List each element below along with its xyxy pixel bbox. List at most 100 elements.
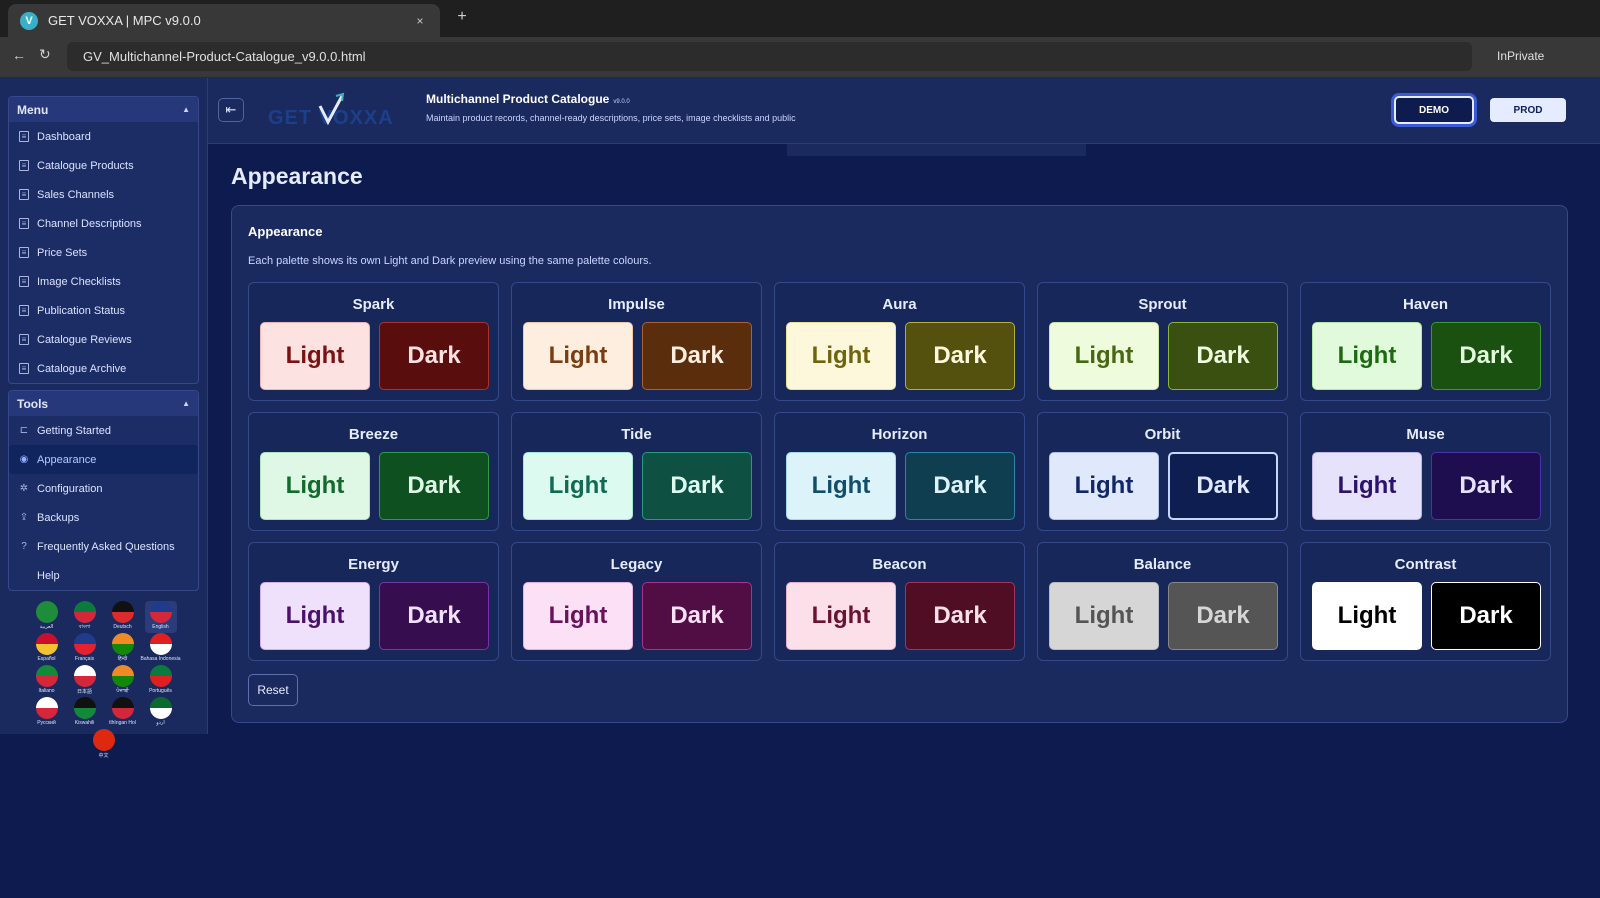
language-flag-button[interactable]: हिन्दी bbox=[107, 633, 139, 665]
app-title-text: Multichannel Product Catalogue bbox=[426, 92, 610, 106]
palette-light-button[interactable]: Light bbox=[1049, 452, 1159, 520]
sidebar-item-backups[interactable]: ⇪ Backups bbox=[9, 503, 198, 532]
sidebar-item-catalogue-archive[interactable]: ≡ Catalogue Archive bbox=[9, 354, 198, 383]
language-flag-button[interactable]: Português bbox=[145, 665, 177, 697]
palette-dark-button[interactable]: Dark bbox=[1431, 322, 1541, 390]
back-arrow-icon[interactable]: ← bbox=[12, 47, 26, 63]
reload-icon[interactable]: ↻ bbox=[39, 46, 51, 63]
sidebar-item-sales-channels[interactable]: ≡ Sales Channels bbox=[9, 180, 198, 209]
language-flag-button[interactable]: Русский bbox=[31, 697, 63, 729]
tools-section-title: Tools bbox=[17, 396, 49, 411]
language-flag-button[interactable]: Kiswahili bbox=[69, 697, 101, 729]
palette-light-button[interactable]: Light bbox=[1312, 582, 1422, 650]
language-flag-button[interactable]: 日本語 bbox=[69, 665, 101, 697]
palette-card-aura: Aura Light Dark bbox=[774, 282, 1025, 401]
prod-button[interactable]: PROD bbox=[1490, 98, 1566, 122]
tools-list: ⊏ Getting Started ◉ Appearance ✲ Configuratio… bbox=[9, 416, 198, 590]
palette-dark-button[interactable]: Dark bbox=[1431, 582, 1541, 650]
sidebar-item-label: Publication Status bbox=[37, 304, 126, 317]
language-flag-button[interactable]: Español bbox=[31, 633, 63, 665]
palette-name: Contrast bbox=[1394, 556, 1457, 573]
palette-dark-button[interactable]: Dark bbox=[1168, 582, 1278, 650]
sidebar: Menu ▲ ≡ Dashboard ≡ Catalogue Products ≡ Sal… bbox=[0, 78, 208, 759]
sidebar-item-price-sets[interactable]: ≡ Price Sets bbox=[9, 238, 198, 267]
palette-dark-button[interactable]: Dark bbox=[379, 452, 489, 520]
palette-light-button[interactable]: Light bbox=[786, 582, 896, 650]
language-flag-button[interactable]: English bbox=[144, 601, 177, 633]
flag-label: Français bbox=[74, 656, 95, 662]
language-flag-button[interactable]: Deutsch bbox=[107, 601, 139, 633]
palette-light-button[interactable]: Light bbox=[523, 582, 633, 650]
palette-light-button[interactable]: Light bbox=[1049, 322, 1159, 390]
palette-dark-button[interactable]: Dark bbox=[642, 322, 752, 390]
sidebar-item-appearance[interactable]: ◉ Appearance bbox=[9, 445, 198, 474]
reset-button[interactable]: Reset bbox=[248, 674, 298, 706]
palette-dark-button[interactable]: Dark bbox=[1168, 322, 1278, 390]
flag-label: हिन्दी bbox=[117, 656, 128, 662]
palette-light-button[interactable]: Light bbox=[260, 322, 370, 390]
palette-light-button[interactable]: Light bbox=[260, 452, 370, 520]
flag-label: Italiano bbox=[38, 688, 55, 694]
palette-dark-button[interactable]: Dark bbox=[642, 582, 752, 650]
sidebar-item-label: Help bbox=[37, 569, 60, 582]
language-flag-button[interactable]: اردو bbox=[145, 697, 177, 729]
caret-up-icon: ▲ bbox=[182, 105, 190, 114]
palette-light-button[interactable]: Light bbox=[523, 452, 633, 520]
language-flag-button[interactable]: Français bbox=[69, 633, 101, 665]
sidebar-item-channel-descriptions[interactable]: ≡ Channel Descriptions bbox=[9, 209, 198, 238]
sidebar-item-frequently-asked-questions[interactable]: ? Frequently Asked Questions bbox=[9, 532, 198, 561]
sidebar-item-publication-status[interactable]: ≡ Publication Status bbox=[9, 296, 198, 325]
language-flag-button[interactable]: Bahasa Indonesia bbox=[140, 633, 181, 665]
new-tab-icon[interactable]: + bbox=[452, 8, 472, 26]
inprivate-badge[interactable]: InPrivate bbox=[1497, 49, 1544, 63]
sidebar-item-label: Catalogue Products bbox=[37, 159, 134, 172]
palette-light-button[interactable]: Light bbox=[1049, 582, 1159, 650]
palette-light-button[interactable]: Light bbox=[1312, 322, 1422, 390]
sidebar-item-configuration[interactable]: ✲ Configuration bbox=[9, 474, 198, 503]
language-flag-button[interactable]: 中文 bbox=[88, 729, 120, 761]
menu-section-header[interactable]: Menu ▲ bbox=[9, 97, 198, 122]
palette-light-button[interactable]: Light bbox=[786, 452, 896, 520]
flag-icon bbox=[35, 665, 58, 687]
language-flag-button[interactable]: Italiano bbox=[31, 665, 63, 697]
language-flag-button[interactable]: বাংলা bbox=[69, 601, 101, 633]
palette-dark-button[interactable]: Dark bbox=[1431, 452, 1541, 520]
sidebar-item-getting-started[interactable]: ⊏ Getting Started bbox=[9, 416, 198, 445]
palette-dark-button[interactable]: Dark bbox=[379, 582, 489, 650]
list-icon: ≡ bbox=[19, 334, 29, 345]
sidebar-item-label: Configuration bbox=[37, 482, 103, 495]
sidebar-item-label: Catalogue Reviews bbox=[37, 333, 132, 346]
sidebar-item-catalogue-products[interactable]: ≡ Catalogue Products bbox=[9, 151, 198, 180]
palette-light-button[interactable]: Light bbox=[523, 322, 633, 390]
page-title: Appearance bbox=[231, 163, 363, 189]
language-flag-button[interactable]: العربية bbox=[31, 601, 63, 633]
palette-dark-button[interactable]: Dark bbox=[905, 582, 1015, 650]
palette-light-button[interactable]: Light bbox=[260, 582, 370, 650]
palette-dark-button[interactable]: Dark bbox=[905, 452, 1015, 520]
sidebar-item-help[interactable]: Help bbox=[9, 561, 198, 590]
flag-icon bbox=[73, 633, 96, 655]
sidebar-item-catalogue-reviews[interactable]: ≡ Catalogue Reviews bbox=[9, 325, 198, 354]
palette-light-button[interactable]: Light bbox=[786, 322, 896, 390]
palette-dark-button[interactable]: Dark bbox=[905, 322, 1015, 390]
palette-name: Legacy bbox=[610, 556, 663, 573]
language-flag-button[interactable]: tlhIngan Hol bbox=[107, 697, 139, 729]
browser-tab[interactable]: V GET VOXXA | MPC v9.0.0 × bbox=[8, 4, 440, 37]
sidebar-item-dashboard[interactable]: ≡ Dashboard bbox=[9, 122, 198, 151]
caret-up-icon: ▲ bbox=[182, 399, 190, 408]
sidebar-item-image-checklists[interactable]: ≡ Image Checklists bbox=[9, 267, 198, 296]
palette-dark-button[interactable]: Dark bbox=[1168, 452, 1278, 520]
list-icon: ≡ bbox=[19, 131, 29, 142]
url-input[interactable]: GV_Multichannel-Product-Catalogue_v9.0.0… bbox=[67, 42, 1472, 71]
demo-button[interactable]: DEMO bbox=[1394, 96, 1474, 124]
palette-dark-button[interactable]: Dark bbox=[642, 452, 752, 520]
close-icon[interactable]: × bbox=[412, 14, 428, 28]
palette-light-button[interactable]: Light bbox=[1312, 452, 1422, 520]
tools-section-header[interactable]: Tools ▲ bbox=[9, 391, 198, 416]
palette-dark-button[interactable]: Dark bbox=[379, 322, 489, 390]
collapse-sidebar-button[interactable]: ⇤ bbox=[218, 98, 244, 122]
palette-card-energy: Energy Light Dark bbox=[248, 542, 499, 661]
flag-icon bbox=[111, 665, 134, 687]
language-flag-button[interactable]: ਪੰਜਾਬੀ bbox=[107, 665, 139, 697]
palette-name: Balance bbox=[1133, 556, 1192, 573]
